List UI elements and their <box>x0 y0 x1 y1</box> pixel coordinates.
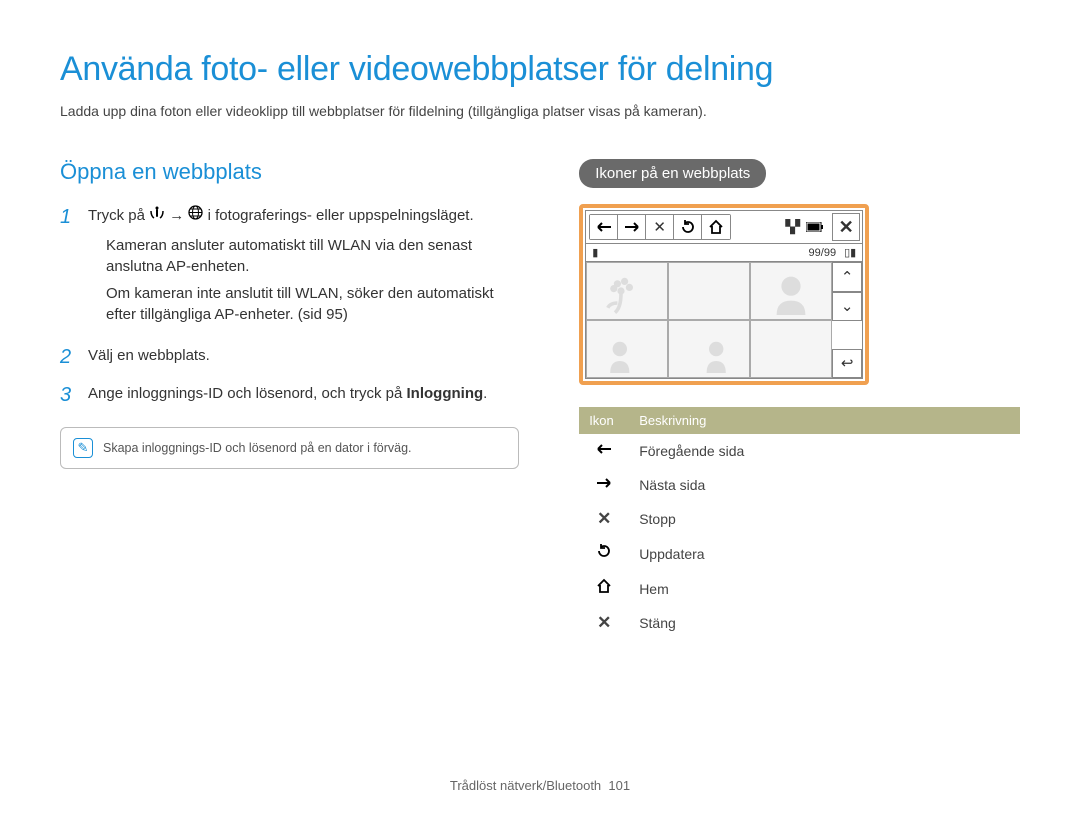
note-text: Skapa inloggnings-ID och lösenord på en … <box>103 441 412 455</box>
table-row: ✕ Stäng <box>579 606 1020 640</box>
thumb-blank-2[interactable] <box>750 320 832 378</box>
step-1-sub-2: Om kameran inte anslutit till WLAN, söke… <box>106 283 519 325</box>
table-row: ✕ Stopp <box>579 502 1020 536</box>
step-2: 2 Välj en webbplats. <box>60 345 519 369</box>
step-2-text: Välj en webbplats. <box>88 345 519 369</box>
row-desc: Föregående sida <box>629 434 1020 468</box>
library-icon: ▯▮ <box>844 246 856 259</box>
wifi-icon <box>149 205 165 227</box>
table-header-icon: Ikon <box>579 407 629 434</box>
step-3-post: . <box>483 385 487 402</box>
row-desc: Uppdatera <box>629 536 1020 571</box>
next-page-icon[interactable] <box>618 215 646 239</box>
page-intro: Ladda upp dina foton eller videoklipp ti… <box>60 103 1020 119</box>
home-icon[interactable] <box>702 215 730 239</box>
thumb-person-1[interactable] <box>586 320 668 378</box>
table-row: Hem <box>579 571 1020 606</box>
scroll-up-icon[interactable]: ⌃ <box>832 262 862 292</box>
note-icon: ✎ <box>73 438 93 458</box>
step-1-sub-1: Kameran ansluter automatiskt till WLAN v… <box>106 235 519 277</box>
folder-icon: ▮ <box>592 246 598 259</box>
note-box: ✎ Skapa inloggnings-ID och lösenord på e… <box>60 427 519 469</box>
row-desc: Stopp <box>629 502 1020 536</box>
section-heading: Öppna en webbplats <box>60 159 519 185</box>
home-icon <box>579 571 629 606</box>
refresh-icon <box>579 536 629 571</box>
close-icon[interactable]: ✕ <box>832 213 860 241</box>
row-desc: Hem <box>629 571 1020 606</box>
step-1-post: i fotograferings- eller uppspelningsläge… <box>208 207 474 224</box>
step-number: 1 <box>60 205 78 331</box>
prev-page-icon[interactable] <box>590 215 618 239</box>
globe-icon <box>188 205 203 227</box>
row-desc: Nästa sida <box>629 468 1020 502</box>
next-page-icon <box>579 468 629 502</box>
signal-icon: ▝▞ <box>780 219 800 235</box>
step-3-pre: Ange inloggnings-ID och lösenord, och tr… <box>88 385 407 402</box>
step-1: 1 Tryck på → i fotograferings- eller upp… <box>60 205 519 331</box>
footer-section: Trådlöst nätverk/Bluetooth <box>450 778 601 793</box>
step-3-bold: Inloggning <box>407 385 484 402</box>
thumb-blank[interactable] <box>668 262 750 320</box>
refresh-icon[interactable] <box>674 215 702 239</box>
step-number: 2 <box>60 345 78 369</box>
table-row: Uppdatera <box>579 536 1020 571</box>
thumbnail-grid <box>586 262 832 378</box>
device-screenshot: ✕ ▝▞ ✕ ▮ 99/99 ▯▮ <box>579 204 869 385</box>
step-3: 3 Ange inloggnings-ID och lösenord, och … <box>60 383 519 407</box>
stop-icon[interactable]: ✕ <box>646 215 674 239</box>
stop-icon: ✕ <box>579 502 629 536</box>
step-number: 3 <box>60 383 78 407</box>
back-icon[interactable]: ↩ <box>832 349 862 379</box>
table-row: Nästa sida <box>579 468 1020 502</box>
page-footer: Trådlöst nätverk/Bluetooth 101 <box>0 778 1080 793</box>
scroll-down-icon[interactable]: ⌄ <box>832 292 862 322</box>
close-icon: ✕ <box>579 606 629 640</box>
left-column: Öppna en webbplats 1 Tryck på → i fotogr… <box>60 159 519 640</box>
toolbar-group: ✕ <box>589 214 731 240</box>
thumb-flower[interactable] <box>586 262 668 320</box>
counter: 99/99 <box>809 247 837 259</box>
icon-description-table: Ikon Beskrivning Föregående sida Nästa s… <box>579 407 1020 640</box>
battery-icon <box>806 220 824 235</box>
row-desc: Stäng <box>629 606 1020 640</box>
thumb-portrait[interactable] <box>750 262 832 320</box>
step-1-arrow: → <box>169 207 188 224</box>
table-row: Föregående sida <box>579 434 1020 468</box>
subsection-pill: Ikoner på en webbplats <box>579 159 766 188</box>
table-header-desc: Beskrivning <box>629 407 1020 434</box>
prev-page-icon <box>579 434 629 468</box>
footer-page: 101 <box>608 778 630 793</box>
page-title: Använda foto- eller videowebbplatser för… <box>60 50 1020 89</box>
thumb-person-2[interactable] <box>668 320 750 378</box>
step-1-pre: Tryck på <box>88 207 149 224</box>
right-column: Ikoner på en webbplats ✕ ▝▞ ✕ <box>579 159 1020 640</box>
